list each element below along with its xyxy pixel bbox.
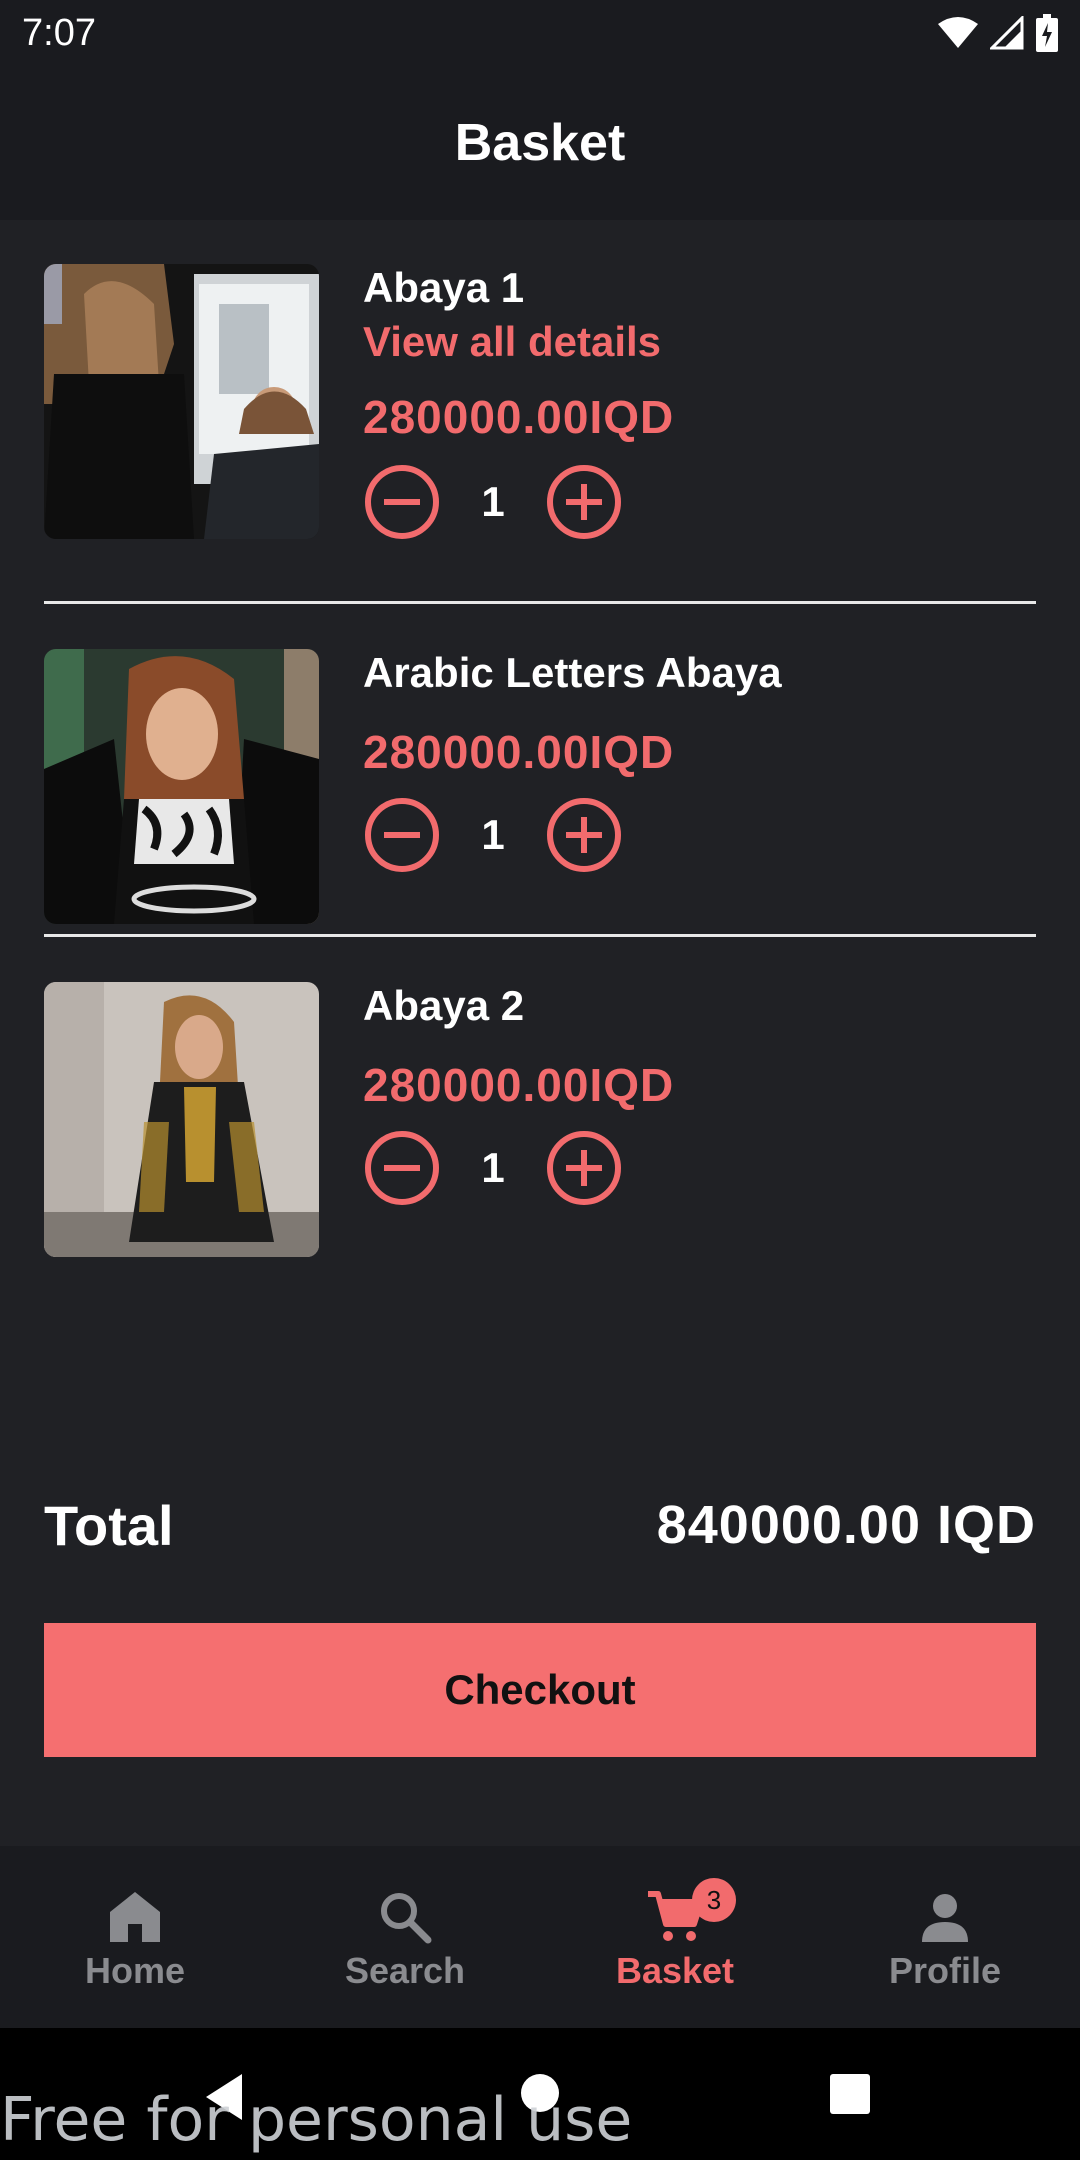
quantity-value: 1 — [481, 811, 505, 858]
nav-item-basket[interactable]: 3 Basket — [540, 1846, 810, 2028]
home-icon — [110, 1892, 160, 1942]
item-name: Arabic Letters Abaya — [363, 649, 782, 696]
increase-button[interactable] — [545, 1129, 623, 1207]
recents-icon[interactable] — [830, 2074, 870, 2114]
increase-button[interactable] — [545, 796, 623, 874]
basket-item: Abaya 1 View all details 280000.00IQD 1 — [44, 264, 1036, 539]
nav-label: Home — [84, 1950, 186, 1991]
item-name: Abaya 1 — [363, 264, 525, 311]
quantity-value: 1 — [481, 478, 505, 525]
basket-item: Abaya 2 280000.00IQD 1 — [44, 982, 1036, 1257]
search-icon — [381, 1893, 432, 1944]
nav-item-search[interactable]: Search — [270, 1846, 540, 2028]
battery-icon — [1036, 14, 1058, 52]
status-icons — [938, 14, 1058, 52]
item-price: 280000.00IQD — [363, 1059, 675, 1111]
status-bar: 7:07 — [0, 0, 1080, 66]
nav-label: Search — [344, 1950, 466, 1991]
nav-label: Profile — [888, 1950, 1002, 1991]
signal-icon — [990, 16, 1024, 50]
item-divider — [44, 934, 1036, 937]
status-time: 7:07 — [22, 11, 96, 54]
total-label: Total — [44, 1493, 174, 1557]
product-image[interactable] — [44, 982, 319, 1257]
wifi-icon — [938, 17, 978, 48]
basket-item: Arabic Letters Abaya 280000.00IQD 1 — [44, 649, 1036, 924]
product-image[interactable] — [44, 649, 319, 924]
item-divider — [44, 601, 1036, 604]
item-price: 280000.00IQD — [363, 391, 675, 443]
item-price: 280000.00IQD — [363, 726, 675, 778]
quantity-stepper: 1 — [363, 795, 623, 875]
nav-item-profile[interactable]: Profile — [810, 1846, 1080, 2028]
decrease-button[interactable] — [363, 1129, 441, 1207]
quantity-stepper: 1 — [363, 462, 623, 542]
quantity-value: 1 — [481, 1144, 505, 1191]
total-row: Total 840000.00 IQD — [44, 1490, 1036, 1560]
decrease-button[interactable] — [363, 796, 441, 874]
nav-label: Basket — [615, 1950, 735, 1991]
bottom-nav: Home Search 3 Basket Profile — [0, 1846, 1080, 2028]
quantity-stepper: 1 — [363, 1128, 623, 1208]
checkout-button[interactable]: Checkout — [44, 1623, 1036, 1757]
item-name: Abaya 2 — [363, 982, 525, 1029]
view-details-link[interactable]: View all details — [363, 318, 661, 366]
cart-count-badge: 3 — [692, 1878, 736, 1922]
product-image[interactable] — [44, 264, 319, 539]
app-bar: Basket — [0, 66, 1080, 220]
person-icon — [922, 1894, 968, 1942]
watermark-text: Free for personal use — [0, 2085, 633, 2155]
increase-button[interactable] — [545, 463, 623, 541]
decrease-button[interactable] — [363, 463, 441, 541]
page-title: Basket — [454, 114, 626, 172]
total-value: 840000.00 IQD — [656, 1495, 1036, 1555]
nav-item-home[interactable]: Home — [0, 1846, 270, 2028]
